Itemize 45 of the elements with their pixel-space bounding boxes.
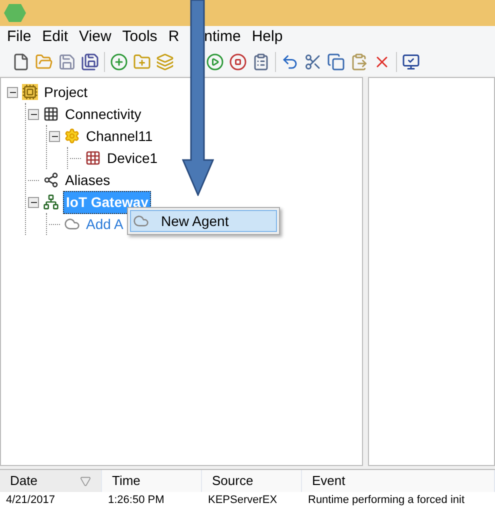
gear-icon [64,128,80,144]
paste-icon[interactable] [350,53,368,71]
new-file-icon[interactable] [12,53,30,71]
tree-item[interactable]: Add A [84,214,126,234]
menu-option[interactable]: New Agent [130,210,277,232]
expander[interactable] [28,196,39,208]
tree-item[interactable]: Aliases [63,170,112,190]
tree-item[interactable]: Device1 [105,148,160,168]
menu-item[interactable]: File [7,26,32,48]
menu-item[interactable]: R [168,26,180,48]
table-cell: Runtime performing a forced init [308,494,465,506]
tree-item[interactable]: Connectivity [63,104,144,124]
table-cell: 4/21/2017 [6,494,55,506]
save-all-icon[interactable] [81,53,99,71]
add-icon[interactable] [110,53,128,71]
column-header[interactable]: Time [102,470,202,492]
table-cell: KEPServerEX [208,494,278,506]
column-header[interactable]: Event [302,470,495,492]
undo-icon[interactable] [281,53,299,71]
expander[interactable] [49,130,60,142]
aliases-icon [43,172,59,188]
quality-check-icon[interactable] [402,53,420,71]
menu-item[interactable]: ntime [204,26,241,48]
cut-icon[interactable] [304,53,322,71]
tree-item[interactable]: Project [42,82,90,102]
connectivity-icon [43,106,59,122]
menu-item[interactable]: View [79,26,112,48]
menu-item[interactable]: Tools [122,26,158,48]
project-folder-icon [22,84,38,100]
expander[interactable] [28,108,39,120]
app-logo-icon [4,4,26,22]
save-icon[interactable] [58,53,76,71]
gateway-icon [43,194,59,210]
play-icon[interactable] [206,53,224,71]
column-header[interactable]: Source [202,470,302,492]
menu-item[interactable]: Help [252,26,283,48]
tree-item[interactable]: Channel11 [84,126,155,146]
column-header[interactable]: Date [0,470,102,492]
properties-icon[interactable] [252,53,270,71]
expander[interactable] [7,86,18,98]
stop-icon[interactable] [229,53,247,71]
copy-icon[interactable] [327,53,345,71]
table-cell: 1:26:50 PM [108,494,164,506]
menu-item[interactable]: Edit [42,26,68,48]
device-icon [85,150,101,166]
